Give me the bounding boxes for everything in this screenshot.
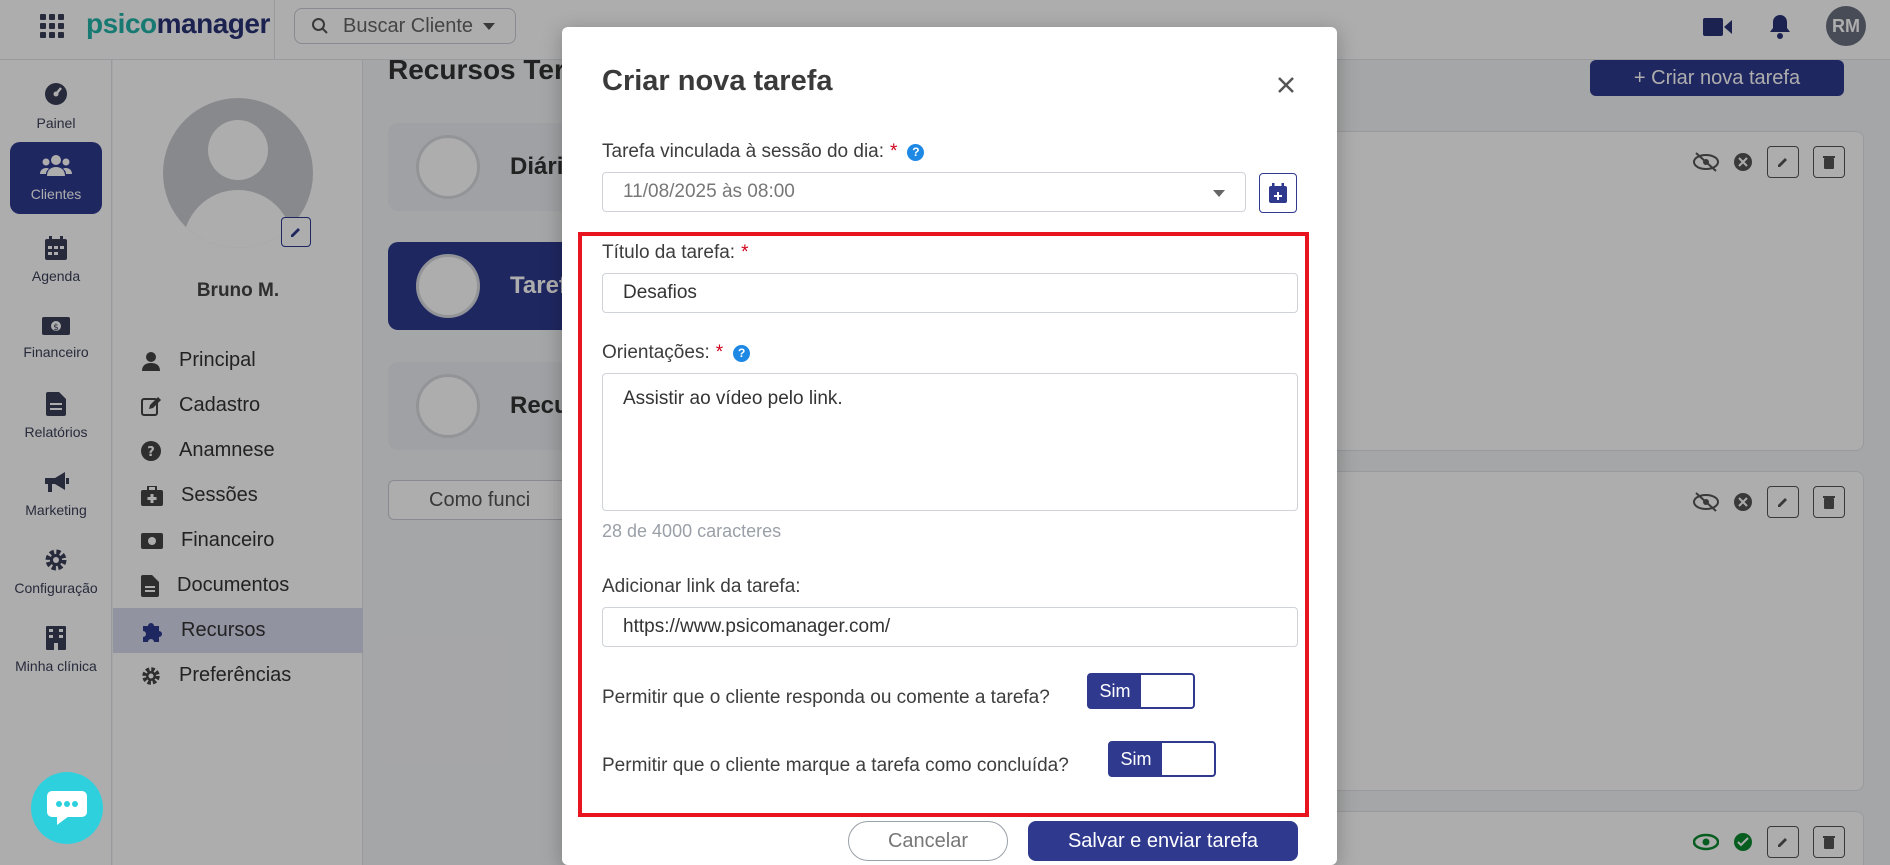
session-label-text: Tarefa vinculada à sessão do dia: xyxy=(602,141,885,162)
session-field-label: Tarefa vinculada à sessão do dia: * ? xyxy=(602,141,925,163)
help-icon[interactable]: ? xyxy=(733,344,751,362)
required-marker: * xyxy=(890,141,898,162)
allow-complete-label: Permitir que o cliente marque a tarefa c… xyxy=(602,755,1069,776)
guidance-label-text: Orientações: xyxy=(602,342,710,363)
required-marker: * xyxy=(741,242,749,263)
task-link-label: Adicionar link da tarefa: xyxy=(602,576,801,598)
cancel-button[interactable]: Cancelar xyxy=(848,821,1008,861)
task-title-value: Desafios xyxy=(623,282,697,303)
save-and-send-button[interactable]: Salvar e enviar tarefa xyxy=(1028,821,1298,861)
calendar-button[interactable] xyxy=(1259,173,1297,213)
close-icon xyxy=(1278,77,1294,93)
calendar-plus-icon xyxy=(1269,183,1287,203)
dialog-title: Criar nova tarefa xyxy=(602,65,833,97)
chevron-down-icon xyxy=(1213,190,1225,197)
task-title-label: Título da tarefa: * xyxy=(602,242,748,264)
task-link-label-text: Adicionar link da tarefa: xyxy=(602,576,801,597)
task-title-label-text: Título da tarefa: xyxy=(602,242,736,263)
guidance-value: Assistir ao vídeo pelo link. xyxy=(623,388,843,409)
session-select-value: 11/08/2025 às 08:00 xyxy=(623,181,795,202)
guidance-label: Orientações: * ? xyxy=(602,342,751,364)
character-counter: 28 de 4000 caracteres xyxy=(602,521,782,541)
guidance-textarea[interactable]: Assistir ao vídeo pelo link. xyxy=(602,373,1298,511)
create-task-dialog: Criar nova tarefa Tarefa vinculada à ses… xyxy=(562,27,1337,865)
allow-reply-label: Permitir que o cliente responda ou comen… xyxy=(602,687,1050,708)
allow-reply-toggle[interactable]: Sim xyxy=(1087,673,1195,709)
session-select[interactable]: 11/08/2025 às 08:00 xyxy=(602,172,1246,212)
chat-bubble-icon xyxy=(47,791,87,825)
chat-button[interactable] xyxy=(31,772,103,844)
task-link-input[interactable]: https://www.psicomanager.com/ xyxy=(602,607,1298,647)
required-marker: * xyxy=(715,342,724,363)
close-dialog-button[interactable] xyxy=(1273,72,1299,98)
allow-complete-toggle[interactable]: Sim xyxy=(1108,741,1216,777)
help-icon[interactable]: ? xyxy=(907,143,925,161)
task-title-input[interactable]: Desafios xyxy=(602,273,1298,313)
task-link-value: https://www.psicomanager.com/ xyxy=(623,616,891,637)
toggle-on-label: Sim xyxy=(1089,675,1141,707)
toggle-on-label: Sim xyxy=(1110,743,1162,775)
